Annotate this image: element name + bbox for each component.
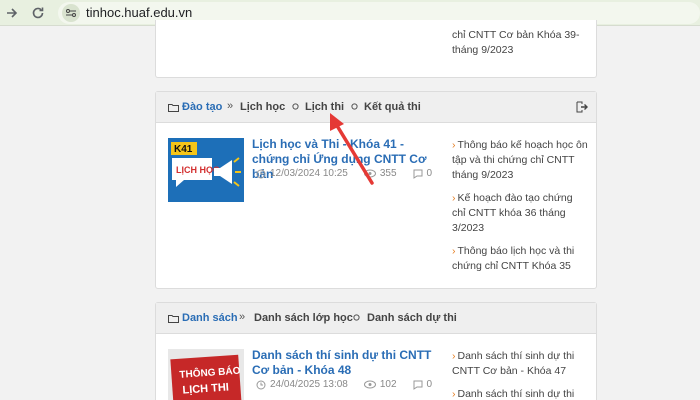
link-lich-thi[interactable]: Lịch thi xyxy=(305,101,344,113)
url-text: tinhoc.huaf.edu.vn xyxy=(86,5,193,20)
article-title-link[interactable]: Danh sách thí sinh dự thi CNTT Cơ bản - … xyxy=(252,348,437,378)
comment-icon xyxy=(413,169,423,179)
comment-icon xyxy=(413,380,423,390)
clock-icon xyxy=(256,169,266,178)
side-news-item[interactable]: › Thông báo lịch học và thi chứng chỉ CNT… xyxy=(452,244,588,274)
article-comments: 0 xyxy=(426,379,433,390)
folder-icon xyxy=(168,314,179,323)
panel-header: Danh sách » Danh sách lớp học Danh sách … xyxy=(156,303,596,334)
forward-icon[interactable] xyxy=(2,3,22,23)
link-lich-hoc[interactable]: Lịch học xyxy=(240,101,285,113)
breadcrumb-separator-icon: » xyxy=(227,100,234,112)
clock-icon xyxy=(256,380,266,389)
article-date: 24/04/2025 13:08 xyxy=(270,379,348,390)
link-danh-sach-du-thi[interactable]: Danh sách dự thi xyxy=(367,312,457,324)
article-date: 12/03/2024 10:25 xyxy=(270,168,348,179)
folder-icon xyxy=(168,103,179,112)
article-comments: 0 xyxy=(426,168,433,179)
panel-header: Đào tạo » Lịch học Lịch thi Kết quả thi xyxy=(156,92,596,123)
article-views: 355 xyxy=(379,168,397,179)
thumb-badge: K41 xyxy=(174,144,193,155)
circle-bullet-icon xyxy=(353,312,360,324)
exit-icon[interactable] xyxy=(576,101,588,113)
eye-icon xyxy=(363,380,376,389)
category-dao-tao-link[interactable]: Đào tạo xyxy=(168,101,222,113)
article-meta: 12/03/2024 10:25 355 0 xyxy=(256,168,432,179)
side-news-item[interactable]: › Danh sách thí sinh dự thi CNTT Cơ bản -… xyxy=(452,349,588,379)
link-danh-sach-lop-hoc[interactable]: Danh sách lớp học xyxy=(254,312,353,324)
site-info-icon[interactable] xyxy=(62,4,80,22)
link-ket-qua-thi[interactable]: Kết quả thi xyxy=(364,101,421,113)
article-thumbnail[interactable]: THÔNG BÁO LỊCH THI xyxy=(168,349,244,400)
article-thumbnail[interactable]: K41 LỊCH HỌC xyxy=(168,138,244,202)
previous-panel: chỉ CNTT Cơ bản Khóa 39-tháng 9/2023 xyxy=(155,20,597,78)
dao-tao-panel: Đào tạo » Lịch học Lịch thi Kết quả thi … xyxy=(155,91,597,289)
danh-sach-panel: Danh sách » Danh sách lớp học Danh sách … xyxy=(155,302,597,400)
article-views: 102 xyxy=(379,379,397,390)
reload-icon[interactable] xyxy=(28,3,48,23)
circle-bullet-icon xyxy=(292,101,299,113)
side-news-item[interactable]: › Thông báo kế hoạch học ôn tập và thi ch… xyxy=(452,138,588,183)
side-news-item[interactable]: › Kế hoạch đào tạo chứng chỉ CNTT khóa 36… xyxy=(452,191,588,236)
article-meta: 24/04/2025 13:08 102 0 xyxy=(256,379,432,390)
breadcrumb-separator-icon: » xyxy=(239,311,246,323)
side-news-item[interactable]: chỉ CNTT Cơ bản Khóa 39-tháng 9/2023 xyxy=(452,28,588,58)
eye-icon xyxy=(363,169,376,178)
side-news-item[interactable]: › Danh sách thí sinh dự thi xyxy=(452,387,588,400)
thumb-text: LỊCH HỌC xyxy=(176,165,220,175)
category-danh-sach-link[interactable]: Danh sách xyxy=(168,312,238,324)
circle-bullet-icon xyxy=(351,101,358,113)
